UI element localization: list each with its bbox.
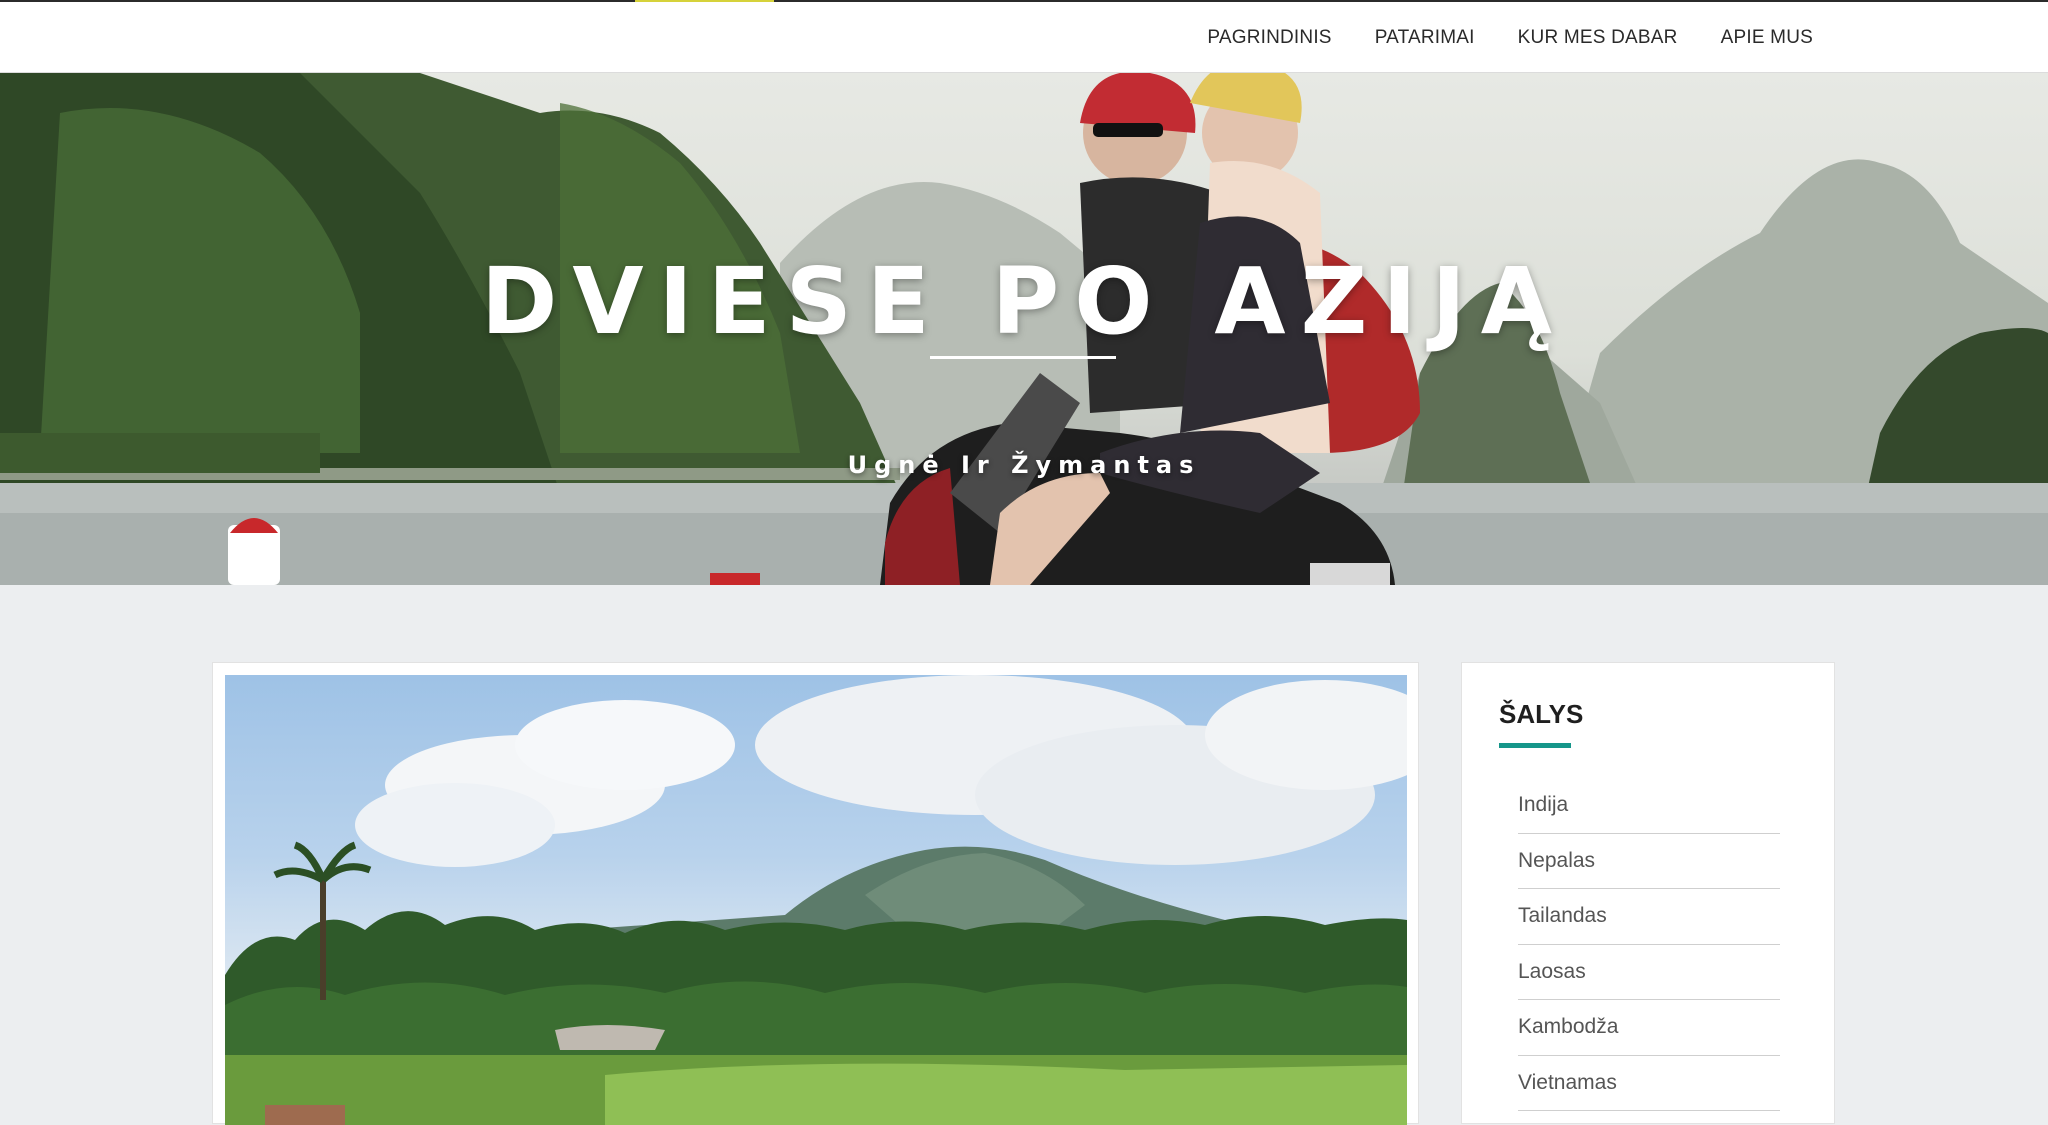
hero-banner: DVIESE PO AZIJĄ Ugnė Ir Žymantas — [0, 73, 2048, 585]
title-divider — [930, 356, 1116, 359]
country-link-indija[interactable]: Indija — [1518, 778, 1780, 834]
sidebar-title-underline — [1499, 743, 1571, 748]
landscape-photo — [225, 675, 1407, 1125]
navbar: PAGRINDINIS PATARIMAI KUR MES DABAR APIE… — [0, 2, 2048, 73]
nav-item-patarimai[interactable]: PATARIMAI — [1375, 27, 1475, 49]
site-title[interactable]: DVIESE PO AZIJĄ — [0, 248, 2048, 355]
sidebar-title: ŠALYS — [1499, 699, 1584, 729]
country-list: Indija Nepalas Tailandas Laosas Kambodža… — [1518, 778, 1780, 1111]
country-link-tailandas[interactable]: Tailandas — [1518, 889, 1780, 945]
nav-item-kur-mes-dabar[interactable]: KUR MES DABAR — [1518, 27, 1678, 49]
country-link-nepalas[interactable]: Nepalas — [1518, 834, 1780, 889]
sidebar-countries-widget: ŠALYS Indija Nepalas Tailandas Laosas Ka… — [1461, 662, 1835, 1124]
country-link-kambodza[interactable]: Kambodža — [1518, 1000, 1780, 1056]
country-link-laosas[interactable]: Laosas — [1518, 945, 1780, 1000]
site-subtitle: Ugnė Ir Žymantas — [847, 451, 1201, 479]
nav-item-pagrindinis[interactable]: PAGRINDINIS — [1207, 27, 1331, 49]
main-menu: PAGRINDINIS PATARIMAI KUR MES DABAR APIE… — [1207, 2, 1813, 73]
nav-item-apie-mus[interactable]: APIE MUS — [1721, 27, 1813, 49]
post-featured-image[interactable] — [225, 675, 1407, 1125]
post-card — [212, 662, 1419, 1125]
country-link-vietnamas[interactable]: Vietnamas — [1518, 1056, 1780, 1111]
